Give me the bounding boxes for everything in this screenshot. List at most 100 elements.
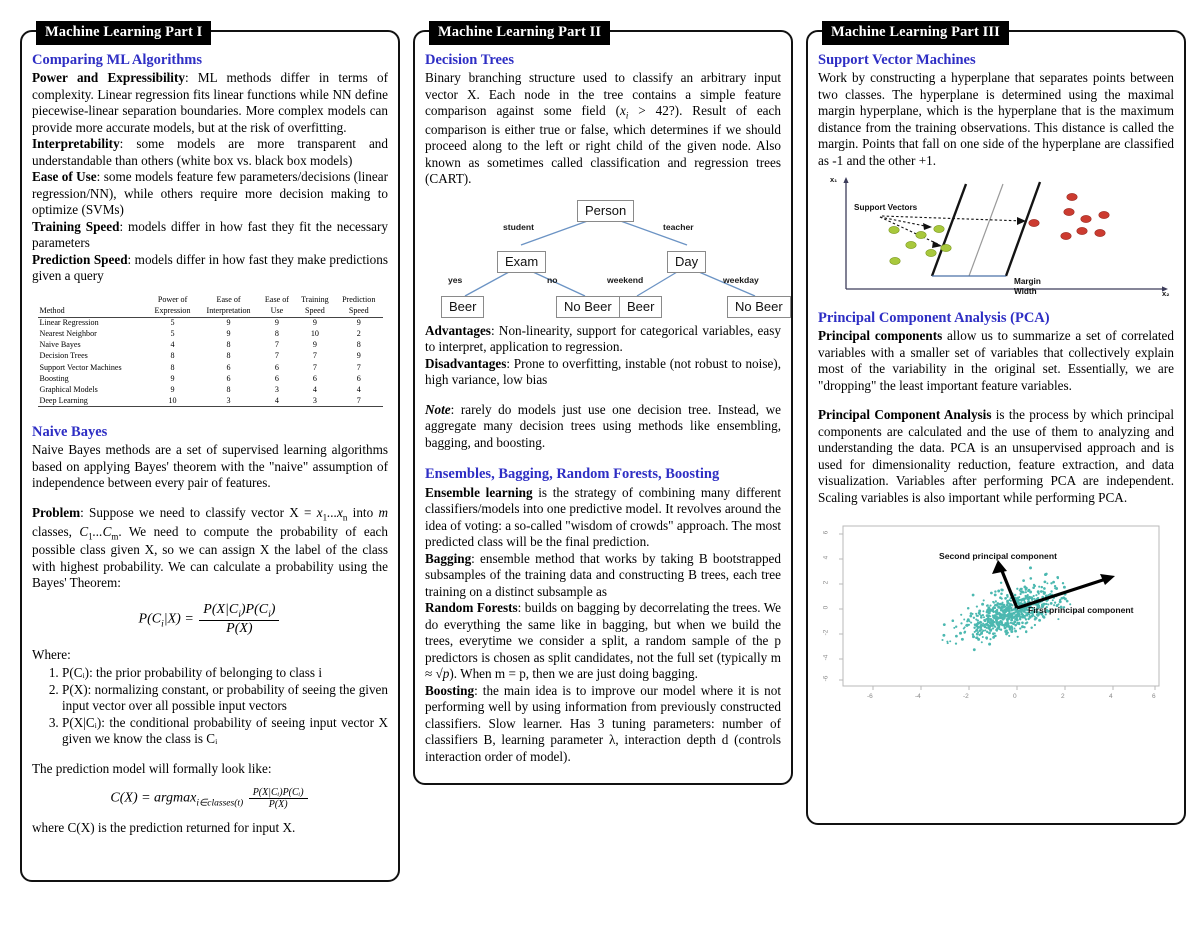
cell-pred: 2: [356, 329, 361, 339]
cell-train: 7: [312, 362, 317, 372]
label-bagging: Bagging: [425, 550, 472, 566]
text-note: : rarely do models just use one decision…: [425, 401, 781, 450]
paragraph-note: Note: rarely do models just use one deci…: [425, 402, 781, 452]
tree-edge-label-weekend: weekend: [607, 274, 644, 285]
cell-interp: 8: [226, 384, 231, 394]
bayes-numerator: P(X|Ci)P(Ci): [199, 601, 280, 621]
paragraph-pca-process: Principal Component Analysis is the proc…: [818, 407, 1174, 506]
column-part-one: Machine Learning Part I Comparing ML Alg…: [20, 21, 400, 882]
cell-power: 8: [170, 351, 175, 361]
pca-y-tick-0: 0: [822, 605, 830, 610]
column-part-two: Machine Learning Part II Decision Trees …: [413, 21, 793, 785]
text-boosting: : the main idea is to improve our model …: [425, 682, 781, 764]
pca-x-tick-m2: -2: [963, 693, 969, 701]
cell-train: 10: [310, 329, 319, 339]
tree-node-beer-right: Beer: [619, 295, 663, 318]
table-header-row-top: Power of Ease of Ease of Training Predic…: [38, 295, 383, 306]
label-power-expressibility: Power and Expressibility: [32, 70, 185, 86]
cell-ease: 4: [259, 395, 295, 408]
cell-method: Boosting: [39, 373, 69, 383]
tree-node-nobeer-right: No Beer: [727, 295, 791, 318]
table-row: Nearest Neighbor 5 9 8 10 2: [38, 329, 383, 340]
pca-y-tick-2: 2: [822, 580, 830, 585]
cell-power: 9: [170, 373, 175, 383]
pca-y-ticks: [839, 533, 843, 681]
pca-scatter-figure: Second principal component First princip…: [821, 520, 1171, 708]
paragraph-disadvantages: Disadvantages: Prone to overfitting, ins…: [425, 356, 781, 389]
equation-bayes-theorem: P(Ci|X) = P(X|Ci)P(Ci) P(X): [32, 602, 388, 637]
heading-comparing-ml-algorithms: Comparing ML Algorithms: [32, 52, 202, 68]
text-problem-b: into: [347, 504, 379, 520]
bayes-lhs-2: |X) =: [163, 611, 194, 627]
header-ease-of-use: Ease of: [264, 295, 289, 305]
heading-support-vector-machines: Support Vector Machines: [818, 52, 976, 68]
tree-edge-label-no: no: [547, 274, 558, 285]
table-row: Decision Trees 8 8 7 7 9: [38, 351, 383, 362]
argmax-numerator: P(X|Cᵢ)P(Cᵢ): [248, 787, 308, 800]
pca-x-tick-6: 6: [1152, 693, 1156, 701]
pca-y-tick-m2: -2: [822, 629, 830, 636]
cell-interp: 8: [226, 351, 231, 361]
header-power-of: Power of: [157, 295, 188, 305]
tree-edge-label-student: student: [503, 221, 535, 232]
header-method: Method: [39, 306, 65, 316]
heading-pca: Principal Component Analysis (PCA): [818, 310, 1050, 327]
table-row: Deep Learning 10 3 4 3 7: [37, 395, 383, 408]
pca-label-second-component: Second principal component: [939, 551, 1057, 562]
label-problem: Problem: [32, 504, 81, 520]
column-title-part-two: Machine Learning Part II: [429, 21, 611, 46]
table-row: Boosting 9 6 6 6 6: [38, 373, 383, 384]
svm-points-class-a: [888, 225, 952, 266]
argmax-fraction: P(X|Cᵢ)P(Cᵢ) P(X): [248, 787, 308, 810]
math-c1: C: [79, 523, 89, 539]
text-random-forests-b: ). When m = p, then we are just doing ba…: [449, 666, 698, 682]
math-cm: ...C: [92, 523, 112, 539]
label-pca-full: Principal Component Analysis: [818, 407, 992, 423]
tree-node-nobeer-left: No Beer: [556, 295, 620, 318]
label-boosting: Boosting: [425, 682, 475, 698]
paragraph-advantages: Advantages: Non-linearity, support for c…: [425, 323, 781, 356]
cell-pred: 6: [356, 373, 361, 383]
cell-method: Linear Regression: [37, 316, 148, 329]
heading-naive-bayes: Naive Bayes: [32, 424, 108, 441]
argmax-subscript: i∈classes(t): [196, 798, 244, 809]
cheatsheet-page: Machine Learning Part I Comparing ML Alg…: [0, 0, 1200, 927]
tree-node-day: Day: [667, 250, 707, 273]
cell-pred: 4: [356, 384, 361, 394]
table-row: Graphical Models 9 8 3 4 4: [38, 384, 383, 395]
label-random-forests: Random Forests: [425, 600, 518, 616]
text-problem-a: : Suppose we need to classify vector X =: [80, 504, 317, 520]
pca-y-tick-m6: -6: [822, 675, 830, 682]
label-where: Where:: [32, 646, 71, 662]
cell-pred: 9: [335, 316, 383, 329]
cell-interp: 3: [197, 395, 260, 408]
svm-margin-line-right: [1004, 181, 1042, 277]
equation-argmax-classifier: C(X) = argmaxi∈classes(t) P(X|Cᵢ)P(Cᵢ) P…: [32, 787, 388, 810]
cell-interp: 9: [226, 329, 231, 339]
cell-method: Naive Bayes: [39, 340, 81, 350]
cell-train: 6: [312, 373, 317, 383]
cell-ease: 7: [274, 340, 279, 350]
cell-pred: 8: [356, 340, 361, 350]
pca-label-first-component: First principal component: [1028, 605, 1134, 616]
label-ease-of-use: Ease of Use: [32, 169, 97, 185]
paragraph-power-expressibility: Power and Expressibility: ML methods dif…: [32, 70, 388, 136]
paragraph-svm: Work by constructing a hyperplane that s…: [818, 70, 1174, 168]
cell-train: 9: [294, 316, 335, 329]
cell-train: 3: [294, 395, 335, 408]
list-item: P(Cᵢ): the prior probability of belongin…: [62, 665, 388, 682]
paragraph-pca-components: Principal components allow us to summari…: [818, 328, 1174, 394]
pca-y-tick-m4: -4: [822, 654, 830, 661]
cell-interp: 6: [226, 373, 231, 383]
cell-train: 9: [312, 340, 317, 350]
cell-power: 4: [170, 340, 175, 350]
bayes-num-b: )P(C: [240, 601, 269, 617]
svm-label-support-vectors: Support Vectors: [854, 203, 918, 213]
paragraph-random-forests: Random Forests: builds on bagging by dec…: [425, 600, 781, 683]
list-item: P(X): normalizing constant, or probabili…: [62, 682, 388, 715]
table-row: Naive Bayes 4 8 7 9 8: [38, 340, 383, 351]
header-training: Training: [301, 295, 329, 305]
label-principal-components: Principal components: [818, 328, 943, 344]
math-xn: ...x: [327, 504, 343, 520]
cell-pred: 9: [356, 351, 361, 361]
